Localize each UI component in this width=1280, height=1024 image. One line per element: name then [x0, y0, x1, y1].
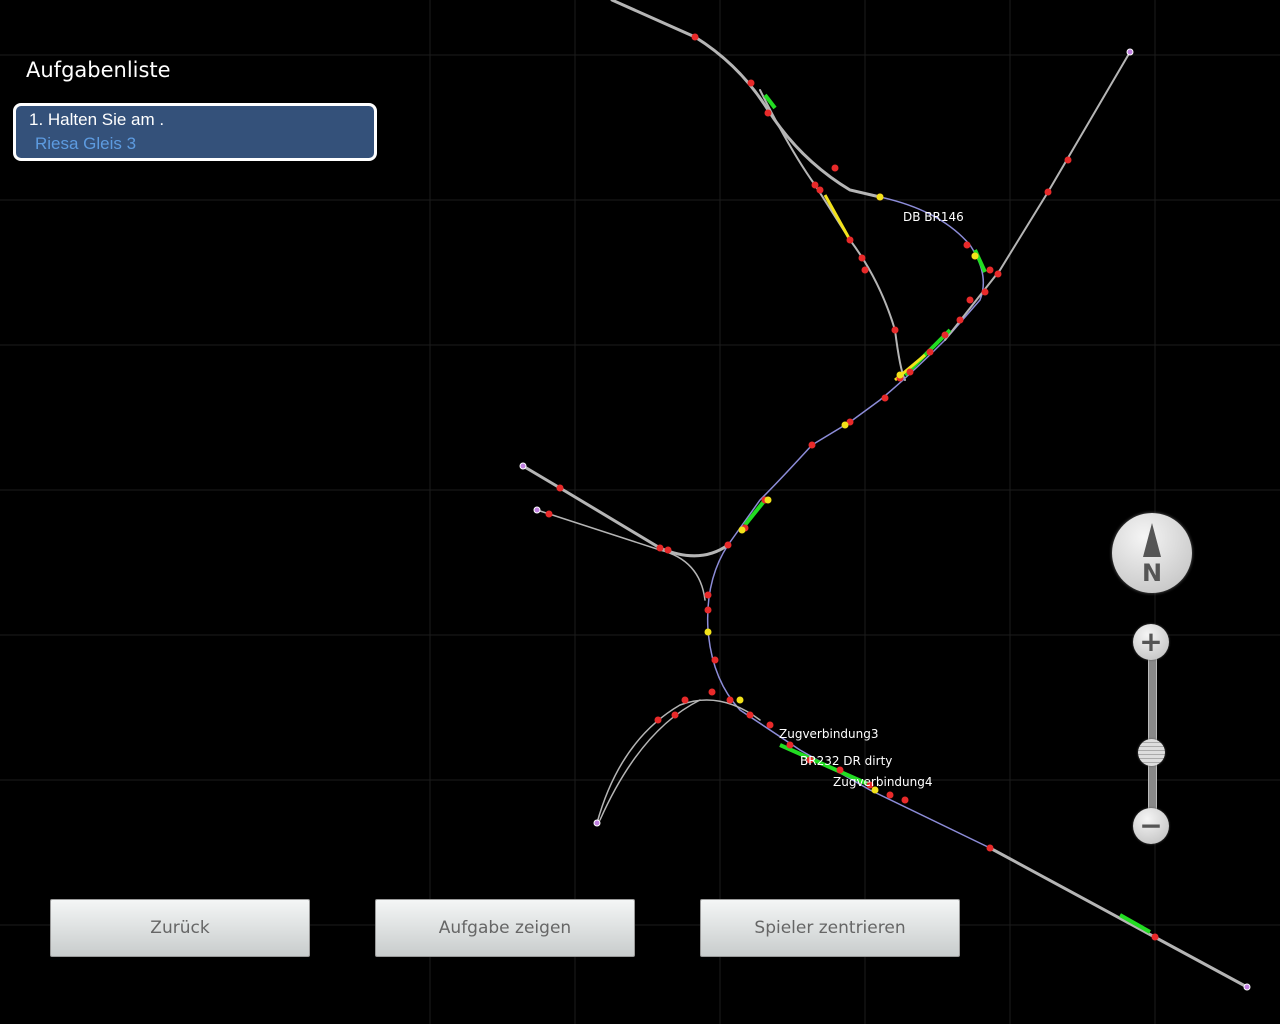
signal-marker — [858, 254, 866, 262]
signal-marker — [808, 441, 816, 449]
signal-marker — [816, 186, 824, 194]
signal-marker — [746, 711, 754, 719]
signal-marker — [891, 326, 899, 334]
signal-marker — [545, 510, 553, 518]
warning-marker — [971, 252, 979, 260]
warning-marker — [738, 526, 746, 534]
signal-marker — [691, 33, 699, 41]
warning-marker — [736, 696, 744, 704]
signal-marker — [711, 656, 719, 664]
show-task-button[interactable]: Aufgabe zeigen — [375, 899, 635, 957]
minus-icon: − — [1139, 809, 1163, 842]
signal-marker — [966, 296, 974, 304]
task-item[interactable]: 1. Halten Sie am . Riesa Gleis 3 — [13, 103, 377, 161]
track — [944, 51, 1131, 341]
track — [521, 464, 730, 558]
train-label[interactable]: BR232 DR dirty — [800, 754, 892, 768]
track — [706, 196, 1248, 988]
signal-marker — [1064, 156, 1072, 164]
task-description: 1. Halten Sie am . — [29, 110, 165, 129]
warning-marker — [876, 193, 884, 201]
signal-marker — [704, 591, 712, 599]
signal-marker — [664, 546, 672, 554]
signal-marker — [1151, 933, 1159, 941]
signal-marker — [1044, 188, 1052, 196]
signal-marker — [811, 181, 819, 189]
compass-button[interactable]: N — [1112, 513, 1192, 593]
signal-marker — [654, 716, 662, 724]
warning-marker — [841, 421, 849, 429]
signal-marker — [704, 606, 712, 614]
track-end — [1126, 48, 1134, 56]
train-label[interactable]: Zugverbindung4 — [833, 775, 933, 789]
track-end — [593, 819, 601, 827]
track-end — [533, 506, 541, 514]
signal-marker — [766, 721, 774, 729]
signal-marker — [671, 711, 679, 719]
compass-label: N — [1141, 559, 1163, 587]
signal-marker — [764, 109, 772, 117]
track-end — [1243, 983, 1251, 991]
signal-marker — [986, 266, 994, 274]
train-label[interactable]: Zugverbindung3 — [779, 727, 879, 741]
north-arrow-icon — [1143, 523, 1161, 557]
signals — [545, 33, 1159, 941]
signal-marker — [901, 796, 909, 804]
signal-marker — [846, 236, 854, 244]
track — [596, 699, 761, 824]
signal-marker — [726, 696, 734, 704]
task-list-title: Aufgabenliste — [26, 58, 171, 82]
signal-marker — [831, 164, 839, 172]
signal-marker — [986, 844, 994, 852]
signal-marker — [724, 541, 732, 549]
signal-marker — [956, 316, 964, 324]
signal-marker — [786, 741, 794, 749]
track — [610, 0, 882, 199]
zoom-slider-track[interactable] — [1148, 650, 1157, 822]
signal-marker — [886, 791, 894, 799]
track — [988, 846, 1249, 989]
signal-marker — [906, 368, 914, 376]
track — [599, 699, 701, 821]
signal-marker — [881, 394, 889, 402]
train-label[interactable]: DB BR146 — [903, 210, 964, 224]
signal-marker — [681, 696, 689, 704]
back-button[interactable]: Zurück — [50, 899, 310, 957]
warning-marker — [896, 371, 904, 379]
signal-marker — [963, 241, 971, 249]
signal-marker — [708, 688, 716, 696]
track — [759, 89, 906, 381]
signal-marker — [747, 79, 755, 87]
track-end — [519, 462, 527, 470]
task-location: Riesa Gleis 3 — [35, 134, 137, 153]
signal-marker — [941, 331, 949, 339]
signal-marker — [926, 348, 934, 356]
signal-marker — [994, 270, 1002, 278]
zoom-in-button[interactable]: + — [1133, 624, 1169, 660]
zoom-out-button[interactable]: − — [1133, 808, 1169, 844]
signal-marker — [556, 484, 564, 492]
signal-marker — [981, 288, 989, 296]
warning-marker — [764, 496, 772, 504]
warning-marker — [704, 628, 712, 636]
signal-marker — [656, 544, 664, 552]
plus-icon: + — [1139, 625, 1163, 658]
signal-marker — [861, 266, 869, 274]
center-player-button[interactable]: Spieler zentrieren — [700, 899, 960, 957]
